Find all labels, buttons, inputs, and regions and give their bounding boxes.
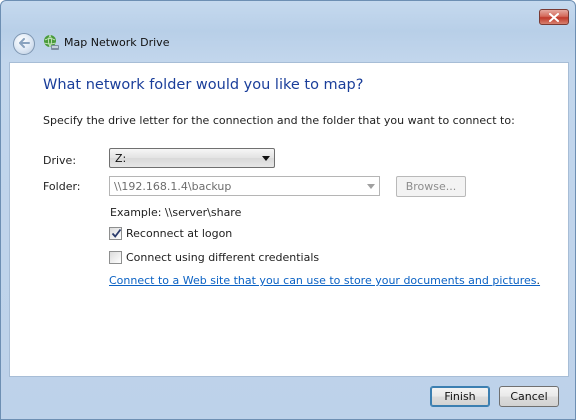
web-site-link-period: . <box>536 274 541 287</box>
folder-example: Example: \\server\share <box>110 206 242 219</box>
web-site-link[interactable]: Connect to a Web site that you can use t… <box>109 274 537 287</box>
chevron-down-icon <box>262 156 270 161</box>
close-icon <box>549 12 559 22</box>
reconnect-option[interactable]: Reconnect at logon <box>109 227 232 240</box>
checkmark-icon <box>111 228 122 238</box>
cancel-button[interactable]: Cancel <box>499 386 559 407</box>
reconnect-label: Reconnect at logon <box>126 227 233 240</box>
network-drive-icon <box>42 34 60 52</box>
folder-value: \\192.168.1.4\backup <box>114 180 232 193</box>
content-pane: What network folder would you like to ma… <box>9 62 569 377</box>
browse-button[interactable]: Browse... <box>396 176 466 197</box>
reconnect-checkbox[interactable] <box>109 227 122 240</box>
chevron-down-icon <box>367 184 375 189</box>
finish-button[interactable]: Finish <box>430 386 490 407</box>
close-button[interactable] <box>539 9 569 25</box>
folder-input[interactable]: \\192.168.1.4\backup <box>109 176 380 196</box>
drive-letter-select[interactable]: Z: <box>109 148 275 168</box>
page-description: Specify the drive letter for the connect… <box>43 114 515 127</box>
back-button[interactable] <box>13 33 35 55</box>
web-site-link-row: Connect to a Web site that you can use t… <box>109 274 540 287</box>
credentials-checkbox[interactable] <box>109 251 122 264</box>
drive-letter-value: Z: <box>115 152 127 165</box>
map-network-drive-window: Map Network Drive What network folder wo… <box>0 0 576 420</box>
back-arrow-icon <box>18 37 30 51</box>
drive-label: Drive: <box>43 154 77 167</box>
credentials-label: Connect using different credentials <box>126 251 320 264</box>
credentials-option[interactable]: Connect using different credentials <box>109 251 319 264</box>
window-title: Map Network Drive <box>64 36 170 49</box>
page-heading: What network folder would you like to ma… <box>43 77 364 93</box>
folder-label: Folder: <box>43 180 81 193</box>
